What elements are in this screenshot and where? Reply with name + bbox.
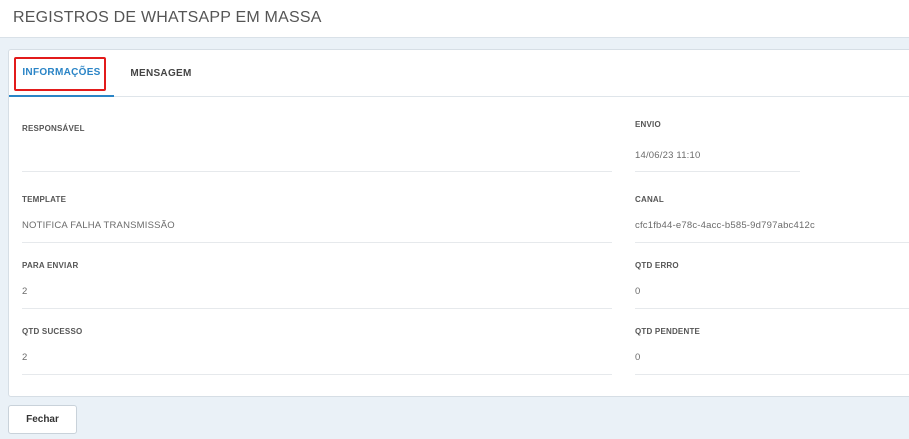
field-underline bbox=[22, 171, 612, 172]
field-label: CANAL bbox=[635, 195, 664, 204]
close-button[interactable]: Fechar bbox=[8, 405, 77, 434]
tab-bar: INFORMAÇÕES MENSAGEM bbox=[9, 50, 909, 97]
field-underline bbox=[635, 308, 909, 309]
field-value: NOTIFICA FALHA TRANSMISSÃO bbox=[22, 220, 175, 231]
field-underline bbox=[22, 374, 612, 375]
field-underline bbox=[635, 242, 909, 243]
field-underline bbox=[635, 171, 800, 172]
tab-informacoes[interactable]: INFORMAÇÕES bbox=[9, 50, 114, 97]
tab-mensagem[interactable]: MENSAGEM bbox=[121, 50, 201, 97]
field-label: RESPONSÁVEL bbox=[22, 124, 85, 133]
page-title: REGISTROS DE WHATSAPP EM MASSA bbox=[13, 9, 322, 26]
field-underline bbox=[635, 374, 909, 375]
field-label: QTD SUCESSO bbox=[22, 327, 83, 336]
field-label: PARA ENVIAR bbox=[22, 261, 79, 270]
field-value: 2 bbox=[22, 286, 28, 297]
field-label: QTD PENDENTE bbox=[635, 327, 701, 336]
field-value: 0 bbox=[635, 286, 641, 297]
field-value: 0 bbox=[635, 352, 641, 363]
page-header: REGISTROS DE WHATSAPP EM MASSA bbox=[0, 0, 909, 38]
field-value: 14/06/23 11:10 bbox=[635, 150, 701, 161]
field-value: 2 bbox=[22, 352, 28, 363]
field-label: TEMPLATE bbox=[22, 195, 67, 204]
field-value: cfc1fb44-e78c-4acc-b585-9d797abc412c bbox=[635, 220, 815, 231]
field-underline bbox=[22, 308, 612, 309]
details-panel: INFORMAÇÕES MENSAGEM RESPONSÁVEL TEMPLAT… bbox=[8, 49, 909, 397]
field-underline bbox=[22, 242, 612, 243]
field-label: ENVIO bbox=[635, 120, 661, 129]
field-label: QTD ERRO bbox=[635, 261, 679, 270]
